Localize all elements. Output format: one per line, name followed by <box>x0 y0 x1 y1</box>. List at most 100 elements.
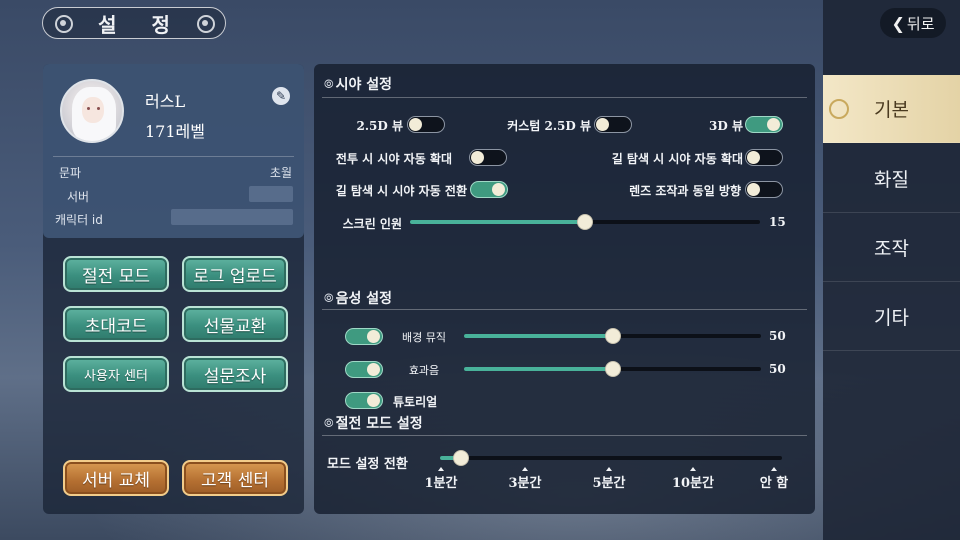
custom-25d-label: 커스텀 2.5D 뷰 <box>507 119 591 133</box>
character-id-label: 캐릭터 id <box>55 213 103 227</box>
audio-settings-title: 음성 설정 <box>335 291 393 307</box>
view-3d-toggle[interactable] <box>745 116 783 133</box>
tick-caret-icon <box>606 467 612 471</box>
ornament-right-icon <box>194 12 216 34</box>
edit-name-icon[interactable]: ✎ <box>272 87 290 105</box>
path-auto-switch-toggle[interactable] <box>470 181 508 198</box>
server-label: 서버 <box>67 190 90 204</box>
active-tab-emblem-icon <box>829 98 849 119</box>
section-divider <box>322 309 807 310</box>
account-panel: 러스L 171레벨 ✎ 문파 초월 서버 캐릭터 id 절전 모드 로그 업로드… <box>43 64 304 514</box>
customer-center-button[interactable]: 고객 센터 <box>182 460 288 496</box>
path-auto-switch-label: 길 탐색 시 시야 자동 전환 <box>335 184 467 198</box>
tick-caret-icon <box>771 467 777 471</box>
toggle-knob <box>767 118 780 131</box>
combat-auto-zoom-label: 전투 시 시야 자동 확대 <box>335 152 452 166</box>
combat-auto-zoom-toggle[interactable] <box>469 149 507 166</box>
mode-option-label: 안 함 <box>759 476 789 491</box>
user-center-button[interactable]: 사용자 센터 <box>63 356 169 392</box>
sfx-volume-slider[interactable] <box>464 361 761 377</box>
slider-handle[interactable] <box>453 450 469 466</box>
path-auto-zoom-toggle[interactable] <box>745 149 783 166</box>
screen-people-value: 15 <box>769 215 786 229</box>
view-3d-label: 3D 뷰 <box>709 119 743 133</box>
view-settings-heading: ⦾ 시야 설정 <box>324 74 392 94</box>
toggle-knob <box>596 118 609 131</box>
server-value-redacted <box>249 186 293 202</box>
sfx-label: 효과음 <box>408 364 440 377</box>
section-ornament-icon: ⦾ <box>324 76 334 91</box>
bgm-label: 배경 뮤직 <box>402 331 446 344</box>
sfx-value: 50 <box>769 362 786 376</box>
back-arrow-icon: ❮ <box>891 13 905 33</box>
audio-settings-heading: ⦾ 음성 설정 <box>324 288 392 308</box>
back-label: 뒤로 <box>906 14 935 33</box>
toggle-knob <box>492 183 505 196</box>
settings-sidebar: ❮ 뒤로 기본 화질 조작 기타 <box>823 0 960 540</box>
mode-option-off[interactable]: 안 함 <box>744 467 804 491</box>
tab-graphics-label: 화질 <box>874 169 909 191</box>
slider-fill <box>410 220 585 224</box>
tutorial-toggle[interactable] <box>345 392 383 409</box>
slider-handle[interactable] <box>577 214 593 230</box>
settings-title-bar: 설 정 <box>42 7 226 39</box>
invite-code-button[interactable]: 초대코드 <box>63 306 169 342</box>
mode-option-label: 10분간 <box>671 476 714 491</box>
mode-option-1min[interactable]: 1분간 <box>411 467 471 491</box>
view-25d-label: 2.5D 뷰 <box>356 119 403 133</box>
tab-controls[interactable]: 조작 <box>823 214 960 282</box>
avatar[interactable] <box>60 79 124 143</box>
character-level: 171레벨 <box>145 122 205 141</box>
tab-other-label: 기타 <box>874 307 909 329</box>
toggle-knob <box>409 118 422 131</box>
survey-button[interactable]: 설문조사 <box>182 356 288 392</box>
slider-handle[interactable] <box>605 361 621 377</box>
section-ornament-icon: ⦾ <box>324 290 334 305</box>
mode-option-label: 1분간 <box>424 476 458 491</box>
path-auto-zoom-label: 길 탐색 시 시야 자동 확대 <box>611 152 743 166</box>
view-settings-title: 시야 설정 <box>335 77 393 93</box>
profile-card: 러스L 171레벨 ✎ 문파 초월 서버 캐릭터 id <box>43 64 304 238</box>
power-save-mode-slider[interactable] <box>440 450 782 466</box>
gift-exchange-button[interactable]: 선물교환 <box>182 306 288 342</box>
tick-caret-icon <box>690 467 696 471</box>
section-divider <box>322 435 807 436</box>
toggle-knob <box>367 330 380 343</box>
sfx-toggle[interactable] <box>345 361 383 378</box>
bgm-value: 50 <box>769 329 786 343</box>
power-save-heading: ⦾ 절전 모드 설정 <box>324 413 423 433</box>
back-button[interactable]: ❮ 뒤로 <box>880 8 946 38</box>
toggle-knob <box>747 183 760 196</box>
view-25d-toggle[interactable] <box>407 116 445 133</box>
log-upload-button[interactable]: 로그 업로드 <box>182 256 288 292</box>
tab-basic-label: 기본 <box>874 99 909 121</box>
tab-controls-label: 조작 <box>874 238 909 260</box>
lens-same-direction-toggle[interactable] <box>745 181 783 198</box>
toggle-knob <box>367 363 380 376</box>
slider-fill <box>464 334 613 338</box>
slider-handle[interactable] <box>605 328 621 344</box>
page-title: 설 정 <box>98 12 184 37</box>
toggle-knob <box>471 151 484 164</box>
section-divider <box>322 97 807 98</box>
mode-option-5min[interactable]: 5분간 <box>579 467 639 491</box>
bgm-toggle[interactable] <box>345 328 383 345</box>
bgm-volume-slider[interactable] <box>464 328 761 344</box>
tick-caret-icon <box>522 467 528 471</box>
profile-divider <box>53 156 294 157</box>
character-id-redacted <box>171 209 293 225</box>
mode-option-10min[interactable]: 10분간 <box>663 467 723 491</box>
avatar-eye <box>87 107 90 110</box>
toggle-knob <box>367 394 380 407</box>
custom-25d-toggle[interactable] <box>594 116 632 133</box>
screen-people-slider[interactable] <box>410 214 760 230</box>
power-save-mode-button[interactable]: 절전 모드 <box>63 256 169 292</box>
lens-same-direction-label: 렌즈 조작과 동일 방향 <box>629 184 741 198</box>
switch-server-button[interactable]: 서버 교체 <box>63 460 169 496</box>
tab-basic[interactable]: 기본 <box>823 75 960 143</box>
screen-people-label: 스크린 인원 <box>342 217 402 231</box>
mode-switch-label: 모드 설정 전환 <box>327 457 408 472</box>
tab-graphics[interactable]: 화질 <box>823 145 960 213</box>
tab-other[interactable]: 기타 <box>823 283 960 351</box>
mode-option-3min[interactable]: 3분간 <box>495 467 555 491</box>
